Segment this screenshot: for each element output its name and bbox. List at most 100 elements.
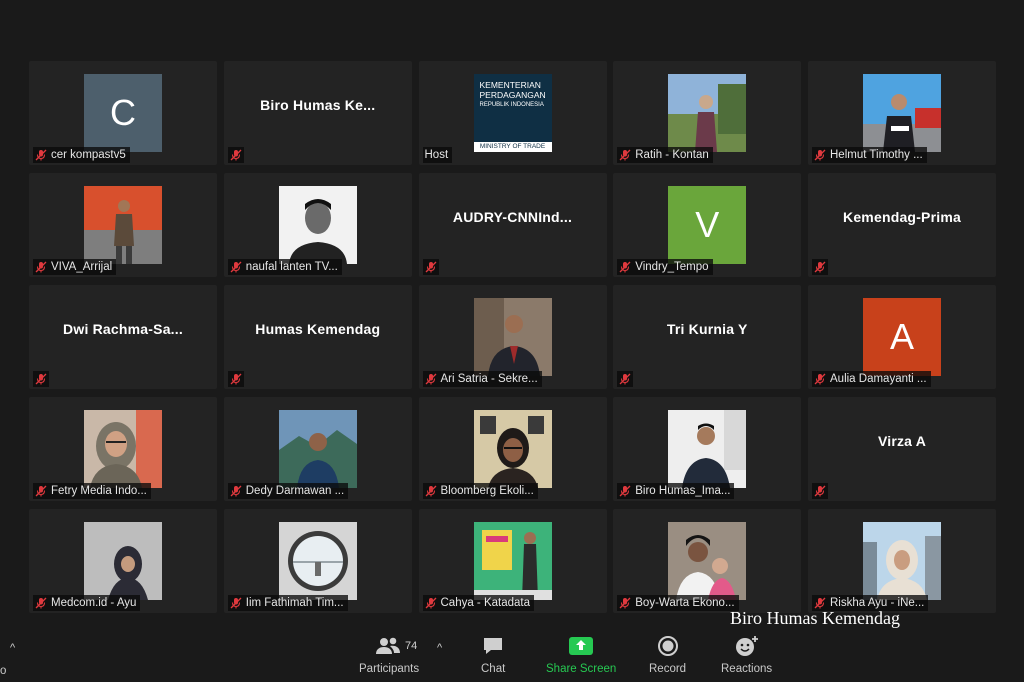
participant-name-aulia-damayanti: Aulia Damayanti ...	[830, 373, 927, 385]
participant-name-label: Aulia Damayanti ...	[812, 371, 931, 387]
participant-tile[interactable]: Helmut Timothy ...	[808, 61, 996, 165]
muted-mic-icon	[35, 485, 47, 497]
initial-avatar: V	[668, 186, 747, 264]
participant-name-label	[227, 147, 244, 163]
participant-tile[interactable]: Ari Satria - Sekre...	[418, 285, 607, 389]
participant-name-label	[617, 371, 634, 387]
participant-name-helmut-timothy: Helmut Timothy ...	[830, 149, 923, 161]
participant-video-man-wall	[84, 186, 162, 264]
participant-tile[interactable]: V Vindry_Tempo	[613, 173, 802, 277]
participant-display-name: Tri Kurnia Y	[666, 321, 748, 337]
participant-name-medcom-id-ayu: Medcom.id - Ayu	[51, 597, 137, 609]
participant-video-green-backdrop	[473, 522, 552, 600]
muted-mic-icon	[619, 373, 631, 385]
participant-name-label	[812, 259, 828, 275]
reactions-label: Reactions	[721, 663, 773, 675]
muted-mic-icon	[425, 373, 437, 385]
gallery-grid: Ccer kompastv5 Biro Humas Ke... KEMENTERIA…	[29, 61, 996, 613]
participants-caret[interactable]: ^	[437, 642, 442, 654]
participant-tile[interactable]: Ratih - Kontan	[613, 61, 802, 165]
share-screen-button[interactable]: Share Screen	[546, 634, 616, 675]
participant-name-label: Helmut Timothy ...	[812, 147, 927, 163]
muted-mic-icon	[230, 149, 242, 161]
muted-mic-icon	[814, 149, 826, 161]
chat-icon	[482, 634, 504, 658]
record-button[interactable]: Record	[649, 634, 686, 675]
muted-mic-icon	[35, 373, 47, 385]
record-icon	[657, 634, 679, 658]
muted-mic-icon	[230, 373, 242, 385]
participant-name-label: Dedy Darmawan ...	[227, 483, 349, 499]
participant-tile[interactable]: Boy-Warta Ekono...	[613, 509, 802, 613]
participant-name-label	[812, 483, 828, 499]
participant-tile[interactable]: A Aulia Damayanti ...	[808, 285, 996, 389]
participant-tile[interactable]: VIVA_Arrijal	[29, 173, 217, 277]
participant-tile[interactable]: Tri Kurnia Y	[613, 285, 802, 389]
participant-tile[interactable]: naufal lanten TV...	[223, 173, 412, 277]
participant-tile[interactable]: AUDRY-CNNInd...	[418, 173, 607, 277]
participant-display-name: Virza A	[877, 433, 927, 449]
participant-video-man-office	[668, 410, 747, 488]
participant-video-hijab-city	[863, 522, 941, 600]
participant-name-label: Bloomberg Ekoli...	[422, 483, 538, 499]
participant-tile[interactable]: Humas Kemendag	[223, 285, 412, 389]
participant-tile[interactable]: Ccer kompastv5	[29, 61, 217, 165]
muted-mic-icon	[230, 261, 242, 273]
participant-tile[interactable]: Kemendag-Prima	[808, 173, 996, 277]
participant-name-iim-fathimah-tim: Iim Fathimah Tim...	[245, 597, 344, 609]
participant-name-cer-kompastv5: cer kompastv5	[51, 149, 126, 161]
participant-video-family	[668, 522, 747, 600]
participant-tile[interactable]: Fetry Media Indo...	[29, 397, 217, 501]
audio-options-caret[interactable]: ^	[10, 642, 15, 654]
participant-name-label: Cahya - Katadata	[422, 595, 535, 611]
participant-name-label	[33, 371, 49, 387]
smiley-plus-icon	[734, 634, 760, 658]
participant-display-name: Dwi Rachma-Sa...	[63, 321, 183, 337]
watermark-text: Biro Humas Kemendag	[730, 608, 900, 628]
muted-mic-icon	[814, 373, 826, 385]
ministry-logo: KEMENTERIAN PERDAGANGAN REPUBLIK INDONESIA…	[473, 74, 552, 152]
participant-tile[interactable]: Virza A	[808, 397, 996, 501]
participants-icon	[375, 634, 403, 658]
participant-name-cahya-katadata: Cahya - Katadata	[440, 597, 531, 609]
participant-name-label: Biro Humas_Ima...	[617, 483, 735, 499]
participant-name-dedy-darmawan: Dedy Darmawan ...	[245, 485, 345, 497]
chat-label: Chat	[481, 663, 506, 675]
participant-name-fetry-media-indo: Fetry Media Indo...	[51, 485, 147, 497]
share-screen-label: Share Screen	[546, 663, 617, 675]
chat-button[interactable]: Chat	[481, 634, 505, 675]
record-label: Record	[649, 663, 687, 675]
participant-name-vindry-tempo: Vindry_Tempo	[635, 261, 709, 273]
participant-tile[interactable]: Dwi Rachma-Sa...	[29, 285, 217, 389]
muted-mic-icon	[35, 149, 47, 161]
participant-tile[interactable]: Biro Humas Ke...	[223, 61, 412, 165]
participant-video-man-mountain	[278, 410, 357, 488]
participant-video-circle-window	[278, 522, 357, 600]
participant-tile[interactable]: KEMENTERIAN PERDAGANGAN REPUBLIK INDONESIA…	[418, 61, 607, 165]
participant-tile[interactable]: Biro Humas_Ima...	[613, 397, 802, 501]
video-button-label-fragment: o	[0, 665, 7, 677]
participant-tile[interactable]: Bloomberg Ekoli...	[418, 397, 607, 501]
participant-video-woman-glasses	[473, 410, 552, 488]
participant-name-label: Ratih - Kontan	[617, 147, 713, 163]
initial-avatar: C	[84, 74, 162, 152]
participant-video-hijab-wall	[84, 522, 162, 600]
participant-display-name: Biro Humas Ke...	[260, 97, 376, 113]
muted-mic-icon	[425, 261, 437, 273]
participant-name-host: Host	[424, 149, 449, 161]
participant-tile[interactable]: Dedy Darmawan ...	[223, 397, 412, 501]
participant-display-name: Humas Kemendag	[255, 321, 381, 337]
participant-tile[interactable]: Medcom.id - Ayu	[29, 509, 217, 613]
participant-tile[interactable]: Riskha Ayu - iNe...	[808, 509, 996, 613]
logo-footer: MINISTRY OF TRADE	[473, 142, 552, 152]
participant-name-label: cer kompastv5	[33, 147, 130, 163]
participants-count: 74	[405, 640, 418, 652]
participant-name-label: Ari Satria - Sekre...	[422, 371, 542, 387]
reactions-button[interactable]: Reactions	[721, 634, 772, 675]
participant-name-ari-satria-sekre: Ari Satria - Sekre...	[440, 373, 538, 385]
participant-tile[interactable]: Iim Fathimah Tim...	[223, 509, 412, 613]
participant-video-man-suit	[473, 298, 552, 376]
participant-name-label: Host	[422, 147, 453, 163]
participant-name-label	[422, 259, 439, 275]
participant-tile[interactable]: Cahya - Katadata	[418, 509, 607, 613]
